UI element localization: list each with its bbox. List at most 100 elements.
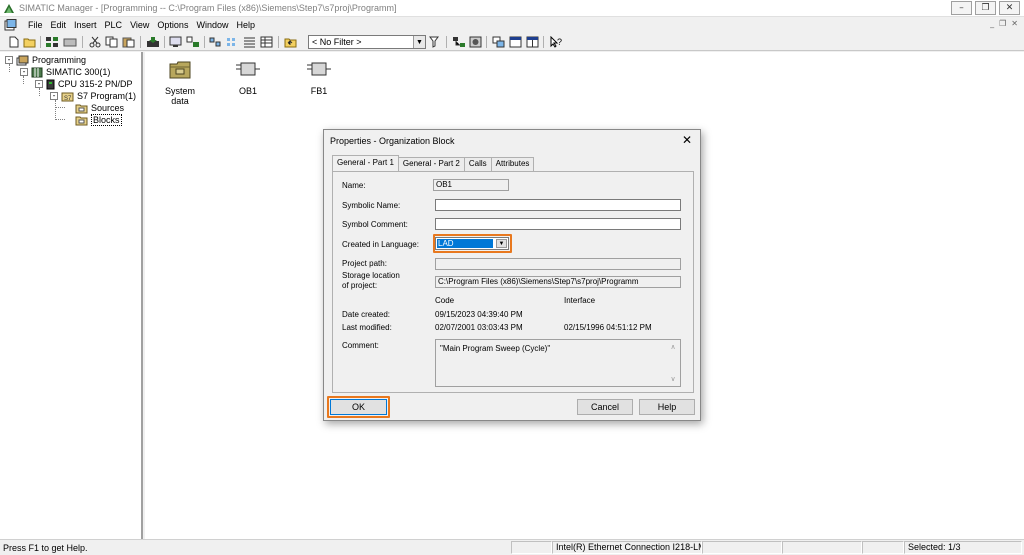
project-path-label: Project path:: [342, 259, 387, 268]
close-button[interactable]: ✕: [999, 1, 1020, 15]
object-label: System data: [164, 86, 195, 106]
properties-dialog: Properties - Organization Block ✕ Genera…: [323, 129, 701, 421]
large-icons-icon[interactable]: [208, 35, 223, 49]
object-fb1[interactable]: FB1: [299, 58, 339, 96]
collapse-toggle[interactable]: -: [5, 56, 13, 64]
menu-insert[interactable]: Insert: [70, 19, 101, 31]
network-config-icon[interactable]: [451, 35, 466, 49]
status-cell: [862, 541, 904, 554]
status-interface: Intel(R) Ethernet Connection I218-LM: [552, 541, 702, 554]
status-cell: [782, 541, 862, 554]
chevron-down-icon[interactable]: ▼: [413, 36, 425, 48]
comment-text: "Main Program Sweep (Cycle)": [440, 344, 551, 353]
mdi-close-button[interactable]: ✕: [1011, 19, 1018, 28]
tab-general-part-2[interactable]: General - Part 2: [397, 157, 465, 171]
document-icon[interactable]: [4, 19, 17, 31]
language-dropdown[interactable]: LAD ▼: [435, 237, 509, 250]
system-data-icon: [155, 58, 205, 80]
menu-window[interactable]: Window: [192, 19, 232, 31]
folder-icon: [75, 115, 88, 126]
cancel-button[interactable]: Cancel: [577, 399, 633, 415]
filter-dropdown[interactable]: < No Filter > ▼: [308, 35, 426, 49]
accessible-nodes-icon[interactable]: [44, 35, 59, 49]
up-level-icon[interactable]: [283, 35, 298, 49]
comment-textarea[interactable]: "Main Program Sweep (Cycle)" ∧ ∨: [435, 339, 681, 387]
collapse-toggle[interactable]: -: [35, 80, 43, 88]
ok-button[interactable]: OK: [330, 399, 387, 415]
symbolic-name-input[interactable]: [435, 199, 681, 211]
context-help-icon[interactable]: ?: [548, 35, 563, 49]
details-view-icon[interactable]: [259, 35, 274, 49]
date-created-code-value: 09/15/2023 04:39:40 PM: [435, 310, 523, 319]
object-label: FB1: [310, 86, 328, 96]
status-cell: [702, 541, 782, 554]
cut-icon[interactable]: [87, 35, 102, 49]
collapse-toggle[interactable]: -: [20, 68, 28, 76]
menu-view[interactable]: View: [126, 19, 153, 31]
tree-node-label: Blocks: [91, 114, 122, 126]
menu-help[interactable]: Help: [232, 19, 259, 31]
tree-node-programming[interactable]: - Programming: [5, 54, 86, 66]
paste-icon[interactable]: [121, 35, 136, 49]
status-bar: Press F1 to get Help. Intel(R) Ethernet …: [0, 539, 1024, 555]
simulation-icon[interactable]: [491, 35, 506, 49]
menu-options[interactable]: Options: [153, 19, 192, 31]
symbol-comment-label: Symbol Comment:: [342, 220, 408, 229]
menu-plc[interactable]: PLC: [101, 19, 127, 31]
menu-file[interactable]: File: [24, 19, 47, 31]
tree-node-label: S7 Program(1): [77, 91, 137, 101]
folder-icon: [75, 103, 88, 114]
symbol-comment-input[interactable]: [435, 218, 681, 230]
download-icon[interactable]: [145, 35, 160, 49]
help-button[interactable]: Help: [639, 399, 695, 415]
tree-node-cpu[interactable]: - CPU 315-2 PN/DP: [35, 78, 133, 90]
tab-calls[interactable]: Calls: [463, 157, 492, 171]
copy-icon[interactable]: [104, 35, 119, 49]
tab-general-part-1[interactable]: General - Part 1: [332, 155, 399, 171]
simatic-app-icon: [3, 2, 15, 14]
hw-config-icon[interactable]: [468, 35, 483, 49]
scroll-up-icon[interactable]: ∧: [667, 343, 679, 351]
tab-attributes[interactable]: Attributes: [490, 157, 535, 171]
toolbar: < No Filter > ▼ ?: [0, 33, 1024, 51]
filter-settings-icon[interactable]: [428, 35, 443, 49]
scroll-down-icon[interactable]: ∨: [667, 375, 679, 383]
window-icon[interactable]: [508, 35, 523, 49]
status-selected: Selected: 1/3: [904, 541, 1022, 554]
memory-card-icon[interactable]: [62, 35, 77, 49]
tree-node-label: CPU 315-2 PN/DP: [58, 79, 133, 89]
storage-location-label: Storage location: [342, 271, 400, 280]
tree-node-blocks[interactable]: Blocks: [75, 114, 122, 126]
project-path-field: [435, 258, 681, 270]
object-label: OB1: [238, 86, 257, 96]
tree-node-sources[interactable]: Sources: [75, 102, 124, 114]
tree-node-simatic-300[interactable]: - SIMATIC 300(1): [20, 66, 110, 78]
tree-node-label: Programming: [32, 55, 87, 65]
offline-icon[interactable]: [185, 35, 200, 49]
online-icon[interactable]: [168, 35, 183, 49]
tab-bar: General - Part 1 General - Part 2 Calls …: [332, 155, 535, 171]
object-system-data[interactable]: System data: [155, 58, 205, 106]
comment-scrollbar[interactable]: ∧ ∨: [667, 341, 679, 385]
chevron-down-icon[interactable]: ▼: [496, 239, 507, 248]
collapse-toggle[interactable]: -: [50, 92, 58, 100]
last-modified-label: Last modified:: [342, 323, 392, 332]
list-view-icon[interactable]: [242, 35, 257, 49]
menu-edit[interactable]: Edit: [47, 19, 71, 31]
name-field: OB1: [433, 179, 509, 191]
svg-text:S7: S7: [64, 96, 72, 102]
restore-button[interactable]: ❐: [975, 1, 996, 15]
block-icon: [299, 58, 339, 80]
storage-location-field: C:\Program Files (x86)\Siemens\Step7\s7p…: [435, 276, 681, 288]
small-icons-icon[interactable]: [225, 35, 240, 49]
close-icon[interactable]: ✕: [682, 133, 692, 147]
comment-label: Comment:: [342, 341, 379, 350]
mdi-restore-button[interactable]: ❐: [999, 19, 1006, 28]
object-ob1[interactable]: OB1: [228, 58, 268, 96]
minimize-button[interactable]: –: [951, 1, 972, 15]
split-window-icon[interactable]: [525, 35, 540, 49]
tree-node-s7-program[interactable]: - S7 S7 Program(1): [50, 90, 136, 102]
open-icon[interactable]: [22, 35, 37, 49]
new-icon[interactable]: [6, 35, 21, 49]
mdi-minimize-button[interactable]: _: [990, 19, 994, 28]
